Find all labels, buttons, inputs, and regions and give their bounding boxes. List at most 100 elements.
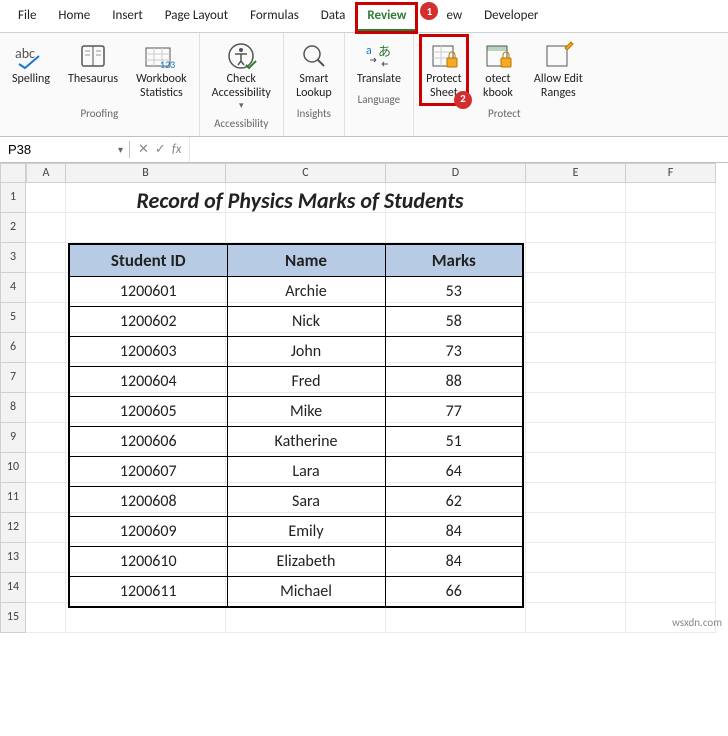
row-header[interactable]: 6 bbox=[0, 333, 26, 363]
cell[interactable] bbox=[526, 243, 626, 273]
table-cell[interactable]: 1200607 bbox=[69, 456, 227, 486]
row-header[interactable]: 12 bbox=[0, 513, 26, 543]
row-header[interactable]: 11 bbox=[0, 483, 26, 513]
table-cell[interactable]: 66 bbox=[385, 576, 523, 607]
table-cell[interactable]: 1200609 bbox=[69, 516, 227, 546]
table-cell[interactable]: Mike bbox=[227, 396, 385, 426]
confirm-icon[interactable]: ✓ bbox=[155, 142, 166, 157]
cell[interactable] bbox=[626, 213, 716, 243]
table-cell[interactable]: 1200603 bbox=[69, 336, 227, 366]
workbook-stats-button[interactable]: 123 Workbook Statistics bbox=[130, 35, 193, 105]
row-header[interactable]: 3 bbox=[0, 243, 26, 273]
row-header[interactable]: 1 bbox=[0, 183, 26, 213]
cell[interactable] bbox=[626, 453, 716, 483]
tab-review[interactable]: Review 1 bbox=[357, 4, 416, 32]
row-header[interactable]: 2 bbox=[0, 213, 26, 243]
col-header-d[interactable]: D bbox=[386, 163, 526, 183]
cell[interactable] bbox=[26, 453, 66, 483]
table-cell[interactable]: Katherine bbox=[227, 426, 385, 456]
cell[interactable] bbox=[26, 483, 66, 513]
table-cell[interactable]: 77 bbox=[385, 396, 523, 426]
row-header[interactable]: 10 bbox=[0, 453, 26, 483]
table-cell[interactable]: Elizabeth bbox=[227, 546, 385, 576]
cell[interactable] bbox=[26, 423, 66, 453]
cell[interactable] bbox=[226, 213, 386, 243]
cell[interactable] bbox=[526, 483, 626, 513]
cell[interactable] bbox=[626, 483, 716, 513]
table-cell[interactable]: 58 bbox=[385, 306, 523, 336]
cell[interactable] bbox=[526, 393, 626, 423]
cell[interactable] bbox=[626, 543, 716, 573]
name-box-input[interactable] bbox=[6, 141, 86, 158]
col-header-e[interactable]: E bbox=[526, 163, 626, 183]
cell[interactable] bbox=[626, 393, 716, 423]
table-cell[interactable]: John bbox=[227, 336, 385, 366]
cell[interactable] bbox=[26, 183, 66, 213]
cancel-icon[interactable]: ✕ bbox=[138, 142, 149, 157]
protect-sheet-button[interactable]: Protect Sheet 2 bbox=[420, 35, 468, 105]
table-cell[interactable]: Archie bbox=[227, 276, 385, 306]
tab-view[interactable]: ew bbox=[436, 4, 472, 32]
cell[interactable] bbox=[26, 333, 66, 363]
row-header[interactable]: 14 bbox=[0, 573, 26, 603]
table-cell[interactable]: 88 bbox=[385, 366, 523, 396]
tab-insert[interactable]: Insert bbox=[102, 4, 153, 32]
cell[interactable] bbox=[626, 513, 716, 543]
row-header[interactable]: 13 bbox=[0, 543, 26, 573]
cell[interactable] bbox=[626, 303, 716, 333]
table-cell[interactable]: 1200601 bbox=[69, 276, 227, 306]
cell[interactable] bbox=[626, 573, 716, 603]
table-cell[interactable]: 1200602 bbox=[69, 306, 227, 336]
cell[interactable] bbox=[526, 453, 626, 483]
table-cell[interactable]: 1200605 bbox=[69, 396, 227, 426]
cell[interactable] bbox=[526, 543, 626, 573]
table-cell[interactable]: Nick bbox=[227, 306, 385, 336]
smart-lookup-button[interactable]: Smart Lookup bbox=[290, 35, 338, 105]
cell[interactable] bbox=[526, 573, 626, 603]
cell[interactable] bbox=[526, 603, 626, 633]
table-cell[interactable]: 1200604 bbox=[69, 366, 227, 396]
tab-developer[interactable]: Developer bbox=[474, 4, 548, 32]
row-header[interactable]: 15 bbox=[0, 603, 26, 633]
thesaurus-button[interactable]: Thesaurus bbox=[62, 35, 124, 105]
fx-icon[interactable]: fx bbox=[172, 142, 182, 157]
cell[interactable] bbox=[26, 303, 66, 333]
cell[interactable] bbox=[526, 273, 626, 303]
cell[interactable] bbox=[526, 333, 626, 363]
table-cell[interactable]: 73 bbox=[385, 336, 523, 366]
cell[interactable] bbox=[626, 423, 716, 453]
cell[interactable] bbox=[26, 543, 66, 573]
tab-data[interactable]: Data bbox=[311, 4, 356, 32]
allow-edit-ranges-button[interactable]: Allow Edit Ranges bbox=[528, 35, 589, 105]
cell[interactable] bbox=[66, 213, 226, 243]
tab-formulas[interactable]: Formulas bbox=[240, 4, 309, 32]
formula-input[interactable] bbox=[189, 137, 728, 162]
protect-workbook-button[interactable]: otect kbook bbox=[474, 35, 522, 105]
row-header[interactable]: 5 bbox=[0, 303, 26, 333]
chevron-down-icon[interactable]: ▾ bbox=[118, 143, 123, 156]
tab-file[interactable]: File bbox=[8, 4, 46, 32]
cell[interactable] bbox=[526, 213, 626, 243]
cell[interactable] bbox=[626, 273, 716, 303]
table-cell[interactable]: Sara bbox=[227, 486, 385, 516]
cell[interactable] bbox=[526, 423, 626, 453]
table-cell[interactable]: 84 bbox=[385, 516, 523, 546]
cell[interactable] bbox=[526, 303, 626, 333]
table-cell[interactable]: Lara bbox=[227, 456, 385, 486]
cell[interactable] bbox=[26, 273, 66, 303]
col-header-a[interactable]: A bbox=[26, 163, 66, 183]
table-cell[interactable]: Fred bbox=[227, 366, 385, 396]
cell[interactable] bbox=[626, 333, 716, 363]
tab-page-layout[interactable]: Page Layout bbox=[155, 4, 238, 32]
col-header-c[interactable]: C bbox=[226, 163, 386, 183]
cell[interactable] bbox=[26, 393, 66, 423]
cell[interactable] bbox=[626, 243, 716, 273]
cell[interactable] bbox=[526, 363, 626, 393]
row-header[interactable]: 4 bbox=[0, 273, 26, 303]
cell[interactable] bbox=[626, 183, 716, 213]
table-cell[interactable]: 51 bbox=[385, 426, 523, 456]
cell[interactable] bbox=[26, 243, 66, 273]
row-header[interactable]: 9 bbox=[0, 423, 26, 453]
table-cell[interactable]: 53 bbox=[385, 276, 523, 306]
cell[interactable] bbox=[386, 213, 526, 243]
